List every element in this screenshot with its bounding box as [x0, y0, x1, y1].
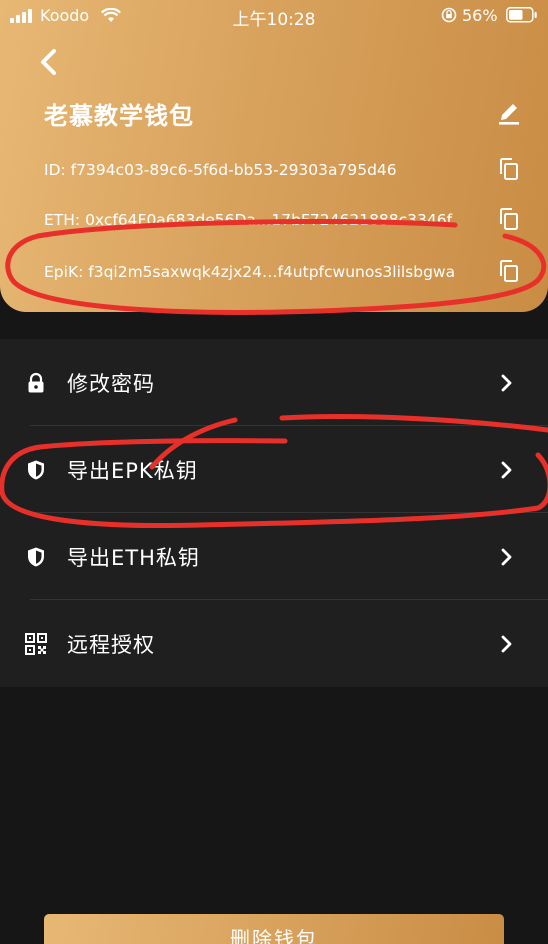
lock-icon — [28, 372, 44, 393]
menu-item-export-epk-key[interactable]: 导出EPK私钥 — [0, 426, 548, 513]
menu-item-label: 导出EPK私钥 — [67, 459, 198, 483]
wallet-id: ID: f7394c03-89c6-5f6d-bb53-29303a795d46 — [44, 161, 397, 179]
chevron-left-icon — [41, 49, 56, 75]
epik-address: EpiK: f3qi2m5saxwqk4zjx24…f4utpfcwunos3l… — [44, 263, 456, 281]
copy-id-icon[interactable] — [498, 157, 520, 181]
edit-icon[interactable] — [496, 98, 522, 126]
menu-item-remote-authorization[interactable]: 远程授权 — [0, 600, 548, 687]
menu-item-change-password[interactable]: 修改密码 — [0, 339, 548, 426]
eth-address: ETH: 0xcf64F0a683de56Da…17bF724621888c33… — [44, 211, 453, 229]
shield-icon — [28, 547, 44, 567]
delete-wallet-button[interactable]: 删除钱包 — [44, 914, 504, 944]
settings-menu: 修改密码 导出EPK私钥 导出ETH私钥 远程授权 — [0, 339, 548, 687]
chevron-right-icon — [501, 374, 512, 392]
wallet-header-card: Koodo 上午10:28 56% 老慕教学钱包 ID: f7394c03-89… — [0, 0, 548, 312]
chevron-right-icon — [501, 635, 512, 653]
wallet-detail-screen: Koodo 上午10:28 56% 老慕教学钱包 ID: f7394c03-89… — [0, 0, 548, 944]
copy-eth-icon[interactable] — [498, 207, 520, 231]
shield-icon — [28, 460, 44, 480]
copy-epik-icon[interactable] — [498, 259, 520, 283]
back-button[interactable] — [32, 44, 64, 80]
chevron-right-icon — [501, 461, 512, 479]
qr-code-icon — [25, 633, 47, 655]
chevron-right-icon — [501, 548, 512, 566]
menu-item-export-eth-key[interactable]: 导出ETH私钥 — [0, 513, 548, 600]
battery-percent: 56% — [462, 6, 498, 25]
menu-item-label: 修改密码 — [67, 372, 155, 396]
menu-item-label: 导出ETH私钥 — [67, 546, 200, 570]
status-bar: Koodo 上午10:28 56% — [0, 0, 548, 32]
battery-icon — [506, 7, 537, 23]
rotation-lock-icon — [441, 7, 457, 23]
menu-item-label: 远程授权 — [67, 633, 155, 657]
wallet-name: 老慕教学钱包 — [44, 102, 194, 130]
